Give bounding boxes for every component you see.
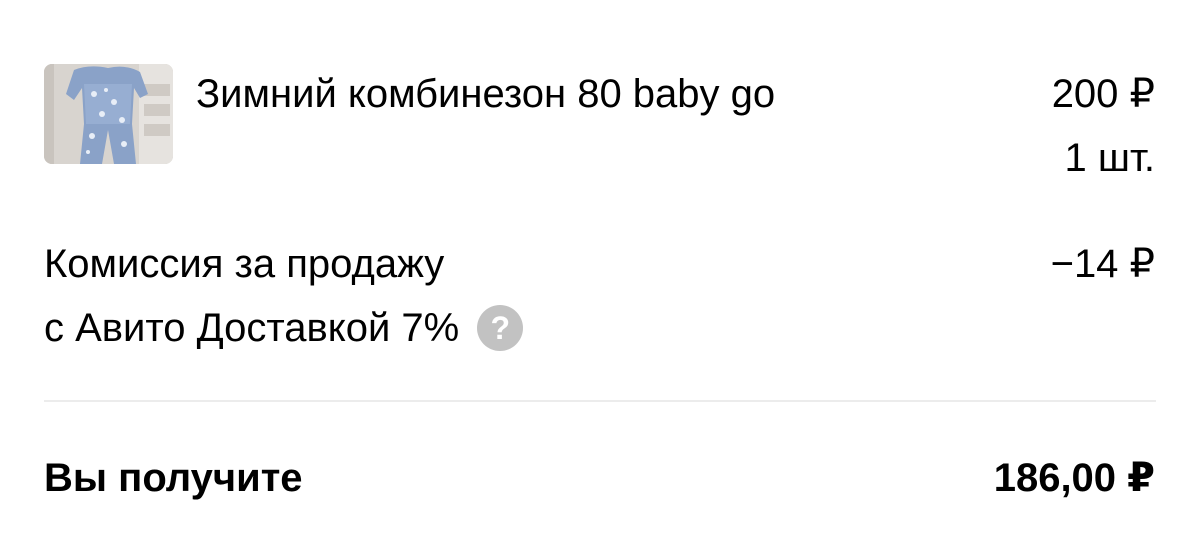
commission-label: Комиссия за продажу [44,242,445,286]
commission-sublabel: с Авито Доставкой 7% [44,306,460,350]
commission-amount: −14 ₽ [1050,242,1155,286]
divider [44,400,1156,402]
commission-sublabel-row: с Авито Доставкой 7% ? [44,304,524,352]
question-mark-icon[interactable]: ? [477,305,524,351]
product-photo-icon [44,64,173,164]
total-label: Вы получите [44,456,303,500]
item-quantity: 1 шт. [1064,136,1155,180]
total-amount: 186,00 ₽ [993,456,1155,500]
product-thumbnail[interactable] [44,64,173,164]
item-title[interactable]: Зимний комбинезон 80 baby go [196,70,775,118]
item-price: 200 ₽ [1051,72,1155,116]
